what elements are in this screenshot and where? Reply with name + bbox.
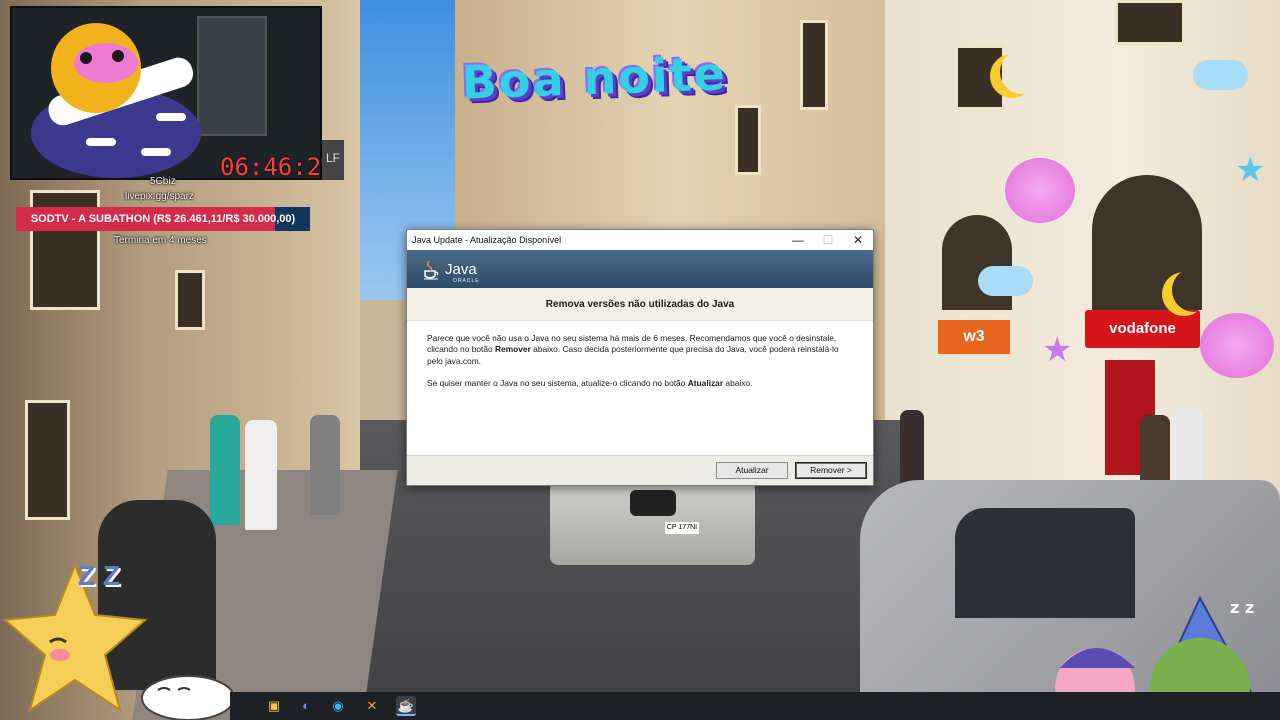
window: [25, 400, 70, 520]
lf-tag: LF: [322, 140, 344, 180]
pedestrian: [1172, 408, 1202, 483]
zzz-text: Z Z: [78, 560, 120, 591]
java-banner: Java ORACLE: [407, 250, 873, 288]
maximize-button[interactable]: ☐: [813, 230, 843, 250]
java-update-dialog: Java Update - Atualização Disponível — ☐…: [406, 229, 874, 486]
subathon-goal-bar: SODTV - A SUBATHON (R$ 26.461,11/R$ 30.0…: [16, 207, 310, 231]
shelf: [197, 16, 267, 136]
store-sign-w3: w3: [938, 320, 1010, 354]
close-button[interactable]: ✕: [843, 230, 873, 250]
edge-icon[interactable]: ◉: [328, 696, 348, 716]
discord-icon[interactable]: ◐: [296, 696, 316, 716]
license-plate: CP 177NI: [665, 522, 699, 534]
pedestrian: [210, 415, 240, 525]
message-bold: Atualizar: [687, 378, 724, 389]
oracle-wordmark: ORACLE: [453, 278, 480, 284]
dialog-heading: Remova versões não utilizadas do Java: [407, 288, 873, 321]
remove-button[interactable]: Remover >: [795, 462, 867, 479]
pedestrian: [1140, 415, 1170, 485]
user-line: 5Cbiz: [150, 176, 176, 187]
message-paragraph-2: Se quiser manter o Java no seu sistema, …: [427, 378, 853, 389]
sleeping-dog-mascot: [31, 23, 201, 178]
svg-text:z z: z z: [1230, 598, 1254, 617]
flower-decoration: [1005, 158, 1075, 223]
taskbar: ▣ ◐ ◉ ✕ ☕: [230, 692, 1280, 720]
store-sign-vodafone: vodafone: [1085, 310, 1200, 348]
cloud-decoration: [978, 266, 1033, 296]
minimize-button[interactable]: —: [783, 230, 813, 250]
webcam-frame: 06:46:25: [10, 6, 322, 180]
file-explorer-icon[interactable]: ▣: [264, 696, 284, 716]
message-paragraph-1: Parece que você não usa o Java no seu si…: [427, 333, 853, 367]
sleeping-cat-sticker: [141, 675, 235, 720]
dialog-footer: Atualizar Remover >: [407, 455, 873, 485]
message-bold: Remover: [494, 344, 531, 355]
window: [955, 45, 1005, 110]
message-text: abaixo.: [723, 378, 753, 389]
cloud-decoration: [1193, 60, 1248, 90]
pedestrian: [245, 420, 277, 530]
car-grille: [630, 490, 676, 516]
dialog-titlebar[interactable]: Java Update - Atualização Disponível — ☐…: [407, 230, 873, 250]
flower-decoration: [1200, 313, 1274, 378]
dialog-title: Java Update - Atualização Disponível: [412, 235, 562, 245]
goal-subtext: Termina em 4 meses: [114, 235, 207, 246]
window: [800, 20, 828, 110]
window: [1115, 0, 1185, 45]
dialog-message: Parece que você não usa o Java no seu si…: [407, 321, 873, 390]
java-wordmark: Java: [445, 261, 477, 278]
greeting-banner: Boa noite: [460, 46, 728, 110]
window: [175, 270, 205, 330]
star-decoration: ★: [1235, 151, 1266, 189]
update-button[interactable]: Atualizar: [716, 462, 788, 479]
livepix-link: livepix.gg/sparz: [125, 191, 194, 202]
moon-decoration: [1172, 268, 1216, 312]
moon-decoration: [1000, 50, 1044, 94]
java-cup-icon: [424, 260, 439, 280]
java-logo: Java ORACLE: [421, 255, 491, 285]
goal-text: SODTV - A SUBATHON (R$ 26.461,11/R$ 30.0…: [30, 213, 296, 225]
pedestrian: [310, 415, 340, 515]
stream-timer: 06:46:25: [220, 153, 322, 180]
app-x-icon[interactable]: ✕: [362, 696, 382, 716]
message-text: Se quiser manter o Java no seu sistema, …: [427, 378, 688, 389]
star-decoration: ★: [1042, 331, 1073, 369]
java-icon[interactable]: ☕: [396, 696, 416, 716]
pedestrian: [900, 410, 924, 490]
sleeping-star-sticker: [2, 562, 148, 713]
